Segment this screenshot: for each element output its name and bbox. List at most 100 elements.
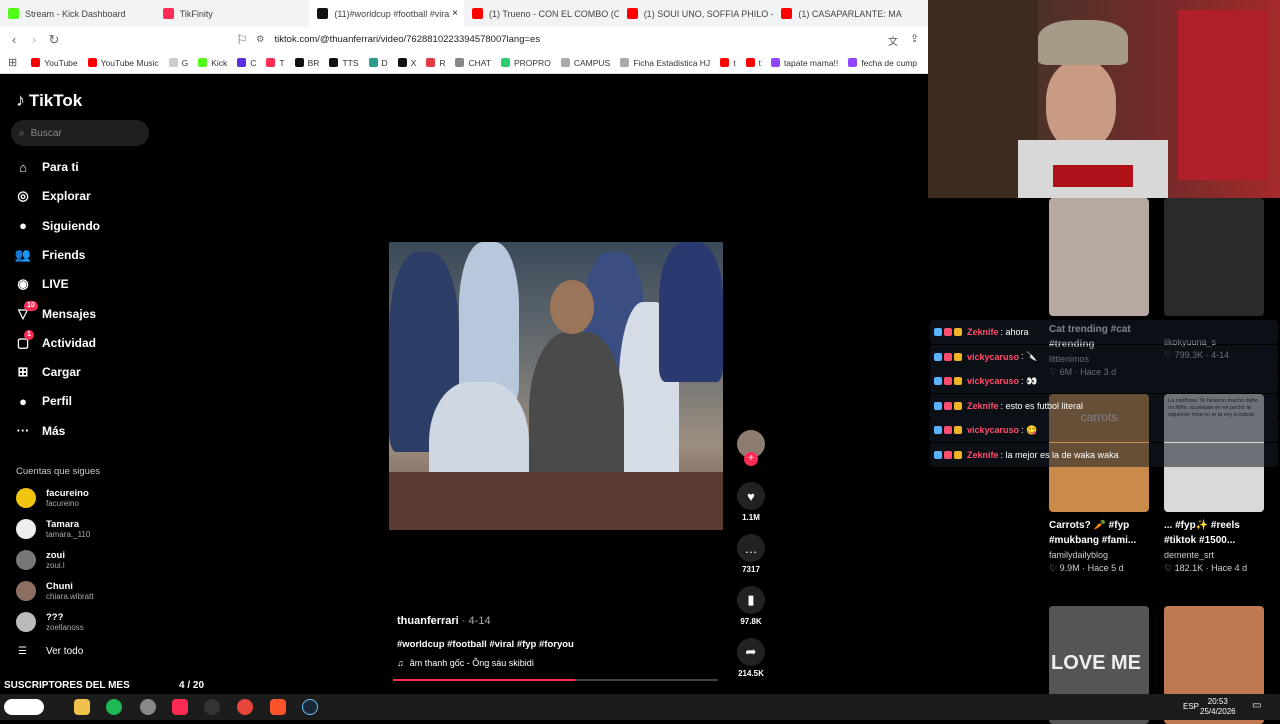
- bookmark-item[interactable]: t: [720, 57, 736, 68]
- chat-badge-icon: [944, 328, 952, 336]
- bookmark-item[interactable]: CAMPUS: [560, 58, 610, 68]
- follow-plus-icon[interactable]: +: [744, 452, 758, 466]
- following-item[interactable]: facureino facureino: [16, 488, 89, 508]
- browser-tab[interactable]: TikFinity: [155, 0, 310, 27]
- tiktok-page: ♪ TikTok ⌕ Buscar ⌂ Para ti ◎ Explorar ● Sigu…: [0, 74, 928, 694]
- video-thumbnail[interactable]: [1164, 198, 1264, 316]
- bookmark-item[interactable]: fecha de cump: [848, 58, 917, 68]
- clock-date: 25/4/2026: [1200, 707, 1236, 716]
- address-bar-row: ‹ › ↻ ⚐ ⚙ tiktok.com/@thuanferrari/video…: [0, 27, 928, 52]
- lang-indicator[interactable]: ESP: [1183, 702, 1199, 711]
- bookmark-item[interactable]: Kick: [198, 58, 227, 68]
- obs-icon[interactable]: [204, 699, 220, 715]
- chat-badge-icon: [944, 426, 952, 434]
- bookmark-item[interactable]: T: [266, 58, 285, 68]
- browser-tab[interactable]: (1) Trueno - CON EL COMBO (Officia: [464, 0, 619, 27]
- hashtags[interactable]: #worldcup #football #viral #fyp #foryou: [397, 639, 574, 650]
- author-name[interactable]: thuanferrari: [397, 615, 459, 627]
- video-progress[interactable]: [393, 679, 718, 681]
- search-icon: ⌕: [19, 127, 25, 139]
- video-player[interactable]: [389, 242, 723, 530]
- tiktok-logo[interactable]: ♪ TikTok: [16, 90, 82, 111]
- sidebar-item[interactable]: ◎ Explorar: [14, 187, 90, 205]
- avatar: [16, 581, 36, 601]
- bookmark-item[interactable]: CHAT: [455, 58, 491, 68]
- bookmark-item[interactable]: X: [397, 58, 416, 68]
- comment-button[interactable]: … 7317: [735, 534, 767, 574]
- sidebar-item-label: Más: [42, 423, 66, 438]
- sidebar-item[interactable]: ◉ LIVE: [14, 275, 68, 293]
- subs-count: 4 / 20: [179, 680, 205, 691]
- bookmark-label: t: [733, 57, 736, 68]
- following-handle: zoellanoss: [46, 623, 84, 632]
- bookmark-item[interactable]: PROPRO: [500, 58, 551, 68]
- music-title[interactable]: âm thanh gốc - Ông sáu skibidi: [410, 658, 534, 668]
- steam-icon[interactable]: [302, 699, 318, 715]
- author-avatar[interactable]: +: [735, 430, 767, 466]
- see-all-link[interactable]: ☰ Ver todo: [18, 646, 83, 657]
- bookmark-favicon-icon: [368, 58, 378, 67]
- shares-count: 214.5K: [738, 669, 764, 678]
- like-button[interactable]: ♥ 1.1M: [735, 482, 767, 522]
- translate-icon[interactable]: 文: [888, 33, 898, 48]
- following-name: zoui: [46, 550, 65, 561]
- url-text: tiktok.com/@thuanferrari/video/762881022…: [274, 34, 541, 45]
- bookmark-icon[interactable]: ⚐: [232, 32, 252, 48]
- notification-icon[interactable]: ▭: [1252, 700, 1261, 711]
- browser-tab[interactable]: (1) SOUI UNO, SOFFIA PHILO - NOS: [619, 0, 773, 27]
- video-thumbnail[interactable]: [1049, 198, 1149, 316]
- bookmark-item[interactable]: C: [237, 58, 256, 68]
- chrome-icon[interactable]: [237, 699, 253, 715]
- sidebar-item[interactable]: ▢ Actividad 1: [14, 329, 96, 352]
- url-field[interactable]: ⚙ tiktok.com/@thuanferrari/video/7628810…: [256, 29, 856, 50]
- app-icon[interactable]: [140, 699, 156, 715]
- bookmark-item[interactable]: YouTube: [31, 58, 78, 68]
- following-item[interactable]: ??? zoellanoss: [16, 612, 84, 632]
- tab-label: Stream - Kick Dashboard: [25, 8, 126, 19]
- tab-close-icon[interactable]: ×: [452, 8, 458, 19]
- bookmark-item[interactable]: tapate mama!!: [770, 58, 838, 68]
- search-input[interactable]: ⌕ Buscar: [11, 120, 149, 146]
- following-name: Tamara: [46, 519, 80, 530]
- sidebar-item[interactable]: ⌂ Para ti: [14, 158, 79, 176]
- following-item[interactable]: Chuni chiara.wibratt: [16, 581, 94, 601]
- sidebar-item[interactable]: ● Perfil: [14, 392, 72, 410]
- bookmark-item[interactable]: TTS: [329, 58, 359, 68]
- chat-message: Zeknife: la mejor es la de waka waka: [930, 442, 1278, 467]
- sidebar-item[interactable]: ··· Más: [14, 422, 66, 440]
- bookmark-item[interactable]: t: [745, 58, 761, 68]
- reload-icon[interactable]: ↻: [44, 32, 64, 48]
- tiktok-app-icon[interactable]: [172, 699, 188, 715]
- site-info-icon[interactable]: ⚙: [256, 34, 265, 45]
- logo-text: TikTok: [29, 90, 83, 110]
- clock[interactable]: 20:53 25/4/2026: [1200, 697, 1236, 717]
- bookmark-item[interactable]: BR: [294, 58, 319, 68]
- apps-icon[interactable]: ⊞: [8, 56, 17, 69]
- bookmark-item[interactable]: Ficha Estadistica HJ: [620, 58, 710, 68]
- bookmark-item[interactable]: D: [368, 58, 388, 68]
- browser-tab[interactable]: Stream - Kick Dashboard: [0, 0, 155, 27]
- spotify-icon[interactable]: [106, 699, 122, 715]
- tab-favicon-icon: [626, 8, 638, 19]
- sidebar-item[interactable]: 👥 Friends: [14, 246, 85, 264]
- brave-icon[interactable]: [270, 699, 286, 715]
- bookmark-label: Ficha Estadistica HJ: [633, 57, 711, 68]
- browser-tab[interactable]: (1) CASAPARLANTE: MA: [773, 0, 928, 27]
- back-icon[interactable]: ‹: [4, 32, 24, 47]
- share-button[interactable]: ➦ 214.5K: [735, 638, 767, 678]
- save-button[interactable]: ▮ 97.8K: [735, 586, 767, 626]
- following-item[interactable]: Tamara tamara._110: [16, 519, 90, 539]
- start-icon[interactable]: [4, 699, 44, 715]
- sidebar-item[interactable]: ▽ Mensajes 10: [14, 300, 96, 323]
- folder-icon[interactable]: [74, 699, 90, 715]
- browser-tab[interactable]: (11)#worldcup #football #vira ×: [309, 0, 465, 27]
- bookmark-item[interactable]: G: [168, 58, 188, 68]
- bookmark-item[interactable]: R: [426, 58, 445, 68]
- sidebar-item[interactable]: ⊞ Cargar: [14, 363, 81, 381]
- following-item[interactable]: zoui zoui.l: [16, 550, 65, 570]
- chat-badge-icon: [954, 328, 962, 336]
- share-icon[interactable]: ⇪: [910, 32, 919, 45]
- sidebar-item[interactable]: ● Siguiendo: [14, 217, 100, 235]
- forward-icon[interactable]: ›: [24, 32, 44, 47]
- bookmark-item[interactable]: YouTube Music: [87, 58, 159, 68]
